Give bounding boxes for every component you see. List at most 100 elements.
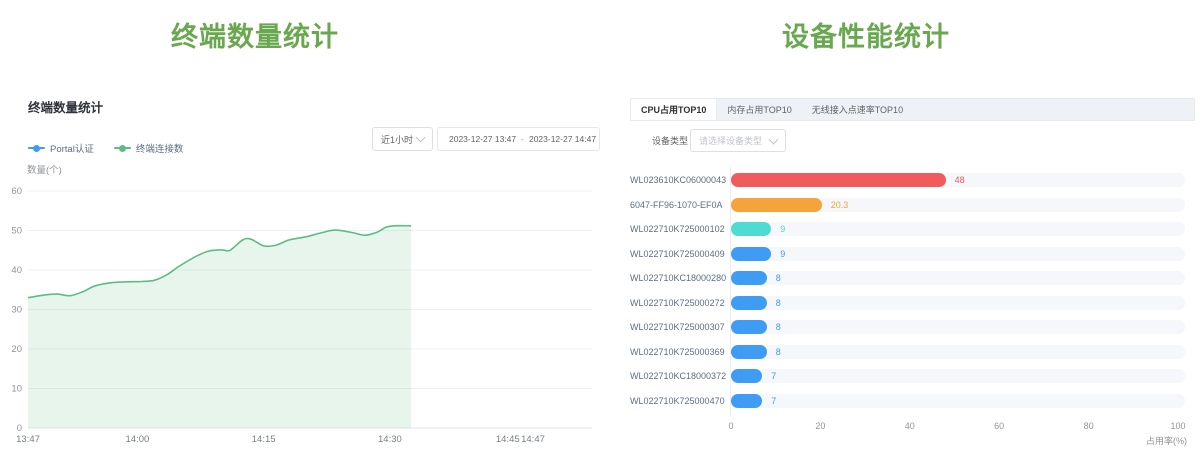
bar-row-2: WL022710K725000102 9: [630, 217, 1195, 242]
time-range-select[interactable]: 近1小时: [372, 127, 433, 151]
bar-fill[interactable]: [731, 222, 771, 236]
bar-value-label: 8: [776, 345, 781, 359]
bar-row-8: WL022710KC18000372 7: [630, 364, 1195, 389]
bar-track: 48: [731, 173, 1185, 187]
device-name: WL022710K725000470: [630, 396, 731, 406]
performance-tabs: CPU占用TOP10内存占用TOP10无线接入点速率TOP10: [630, 98, 1195, 121]
y-tick-label: 60: [11, 186, 22, 197]
bar-fill[interactable]: [731, 271, 767, 285]
date-range-picker[interactable]: 2023-12-27 13:47 - 2023-12-27 14:47: [437, 127, 600, 151]
bar-x-ticks: 0 20 40 60 80 100: [630, 421, 1195, 433]
device-name: WL022710K725000102: [630, 224, 731, 234]
bar-track: 9: [731, 247, 1185, 261]
device-name: 6047-FF96-1070-EF0A: [630, 200, 731, 210]
right-section-heading: 设备性能统计: [630, 15, 1102, 54]
bar-value-label: 8: [776, 271, 781, 285]
y-tick-label: 40: [11, 265, 22, 276]
left-section-heading: 终端数量统计: [0, 15, 510, 54]
device-type-label: 设备类型: [652, 134, 688, 147]
cpu-top10-bar-chart: WL023610KC06000043 48 6047-FF96-1070-EF0A 2…: [630, 168, 1195, 413]
bar-row-3: WL022710K725000409 9: [630, 242, 1195, 267]
x-tick-label: 14:47: [521, 434, 545, 445]
device-name: WL022710K725000307: [630, 322, 731, 332]
y-tick-label: 30: [11, 305, 22, 316]
y-axis-name: 数量(个): [27, 164, 62, 176]
terminal-count-line-chart: 0 10 20 30 40 50 60 数量(个) 13:47 14:00 14:15 14:30 14…: [0, 158, 600, 456]
bar-value-label: 20.3: [831, 198, 849, 212]
device-name: WL022710K725000272: [630, 298, 731, 308]
time-range-value: 近1小时: [381, 133, 413, 146]
bar-fill[interactable]: [731, 296, 767, 310]
bar-track: 8: [731, 320, 1185, 334]
bar-track: 8: [731, 296, 1185, 310]
device-name: WL022710K725000409: [630, 249, 731, 259]
area-fill: [28, 226, 411, 428]
chevron-down-icon: [416, 133, 426, 143]
device-name: WL022710KC18000372: [630, 371, 731, 381]
bar-row-0: WL023610KC06000043 48: [630, 168, 1195, 193]
chart-legend: Portal认证 终端连接数: [28, 141, 183, 155]
dashboard-page: 终端数量统计 设备性能统计 终端数量统计 近1小时 2023-12-27 13:…: [0, 0, 1200, 456]
bar-x-tick-label: 40: [905, 421, 915, 431]
legend-label: 终端连接数: [136, 141, 184, 155]
x-tick-label: 13:47: [16, 434, 40, 445]
bar-value-label: 7: [771, 394, 776, 408]
bar-x-tick-label: 0: [728, 421, 733, 431]
tab-0[interactable]: CPU占用TOP10: [631, 99, 717, 120]
bar-value-label: 9: [780, 222, 785, 236]
bar-value-label: 9: [780, 247, 785, 261]
y-tick-label: 10: [11, 384, 22, 395]
bar-x-tick-label: 20: [815, 421, 825, 431]
terminal-chart-title: 终端数量统计: [28, 97, 103, 116]
bar-row-5: WL022710K725000272 8: [630, 291, 1195, 316]
y-tick-label: 0: [17, 423, 22, 434]
bar-value-label: 48: [955, 173, 965, 187]
legend-line-icon: [114, 147, 131, 149]
bar-track: 7: [731, 394, 1185, 408]
date-start: 2023-12-27 13:47: [449, 134, 516, 144]
bar-fill[interactable]: [731, 369, 762, 383]
x-tick-label: 14:45: [496, 434, 520, 445]
bar-value-label: 8: [776, 296, 781, 310]
bar-fill[interactable]: [731, 173, 946, 187]
bar-x-tick-label: 80: [1084, 421, 1094, 431]
device-type-placeholder: 请选择设备类型: [699, 134, 762, 147]
legend-line-icon: [28, 147, 45, 149]
bar-track: 8: [731, 271, 1185, 285]
legend-dot-icon: [119, 145, 126, 152]
x-tick-label: 14:30: [378, 434, 402, 445]
bar-row-6: WL022710K725000307 8: [630, 315, 1195, 340]
bar-fill[interactable]: [731, 394, 762, 408]
device-name: WL022710KC18000280: [630, 273, 731, 283]
bar-x-axis-label: 占用率(%): [1146, 434, 1187, 447]
y-tick-label: 20: [11, 344, 22, 355]
x-tick-label: 14:15: [252, 434, 276, 445]
bar-x-tick-label: 100: [1170, 421, 1185, 431]
bar-track: 20.3: [731, 198, 1185, 212]
date-end: 2023-12-27 14:47: [529, 134, 596, 144]
bar-fill[interactable]: [731, 247, 771, 261]
bar-fill[interactable]: [731, 198, 822, 212]
device-name: WL023610KC06000043: [630, 175, 731, 185]
legend-item-1[interactable]: 终端连接数: [114, 141, 184, 155]
legend-label: Portal认证: [50, 141, 94, 155]
date-separator: -: [520, 134, 525, 144]
tab-2[interactable]: 无线接入点速率TOP10: [802, 99, 913, 120]
y-tick-label: 50: [11, 226, 22, 237]
bar-value-label: 7: [771, 369, 776, 383]
bar-fill[interactable]: [731, 320, 767, 334]
bar-value-label: 8: [776, 320, 781, 334]
bar-track: 9: [731, 222, 1185, 236]
bar-track: 8: [731, 345, 1185, 359]
bar-track: 7: [731, 369, 1185, 383]
x-tick-label: 14:00: [126, 434, 150, 445]
tab-1[interactable]: 内存占用TOP10: [717, 99, 801, 120]
bar-row-7: WL022710K725000369 8: [630, 340, 1195, 365]
bar-row-1: 6047-FF96-1070-EF0A 20.3: [630, 193, 1195, 218]
bar-x-tick-label: 60: [994, 421, 1004, 431]
bar-fill[interactable]: [731, 345, 767, 359]
device-type-select[interactable]: 请选择设备类型: [690, 129, 786, 152]
device-name: WL022710K725000369: [630, 347, 731, 357]
legend-item-0[interactable]: Portal认证: [28, 141, 94, 155]
bar-row-4: WL022710KC18000280 8: [630, 266, 1195, 291]
